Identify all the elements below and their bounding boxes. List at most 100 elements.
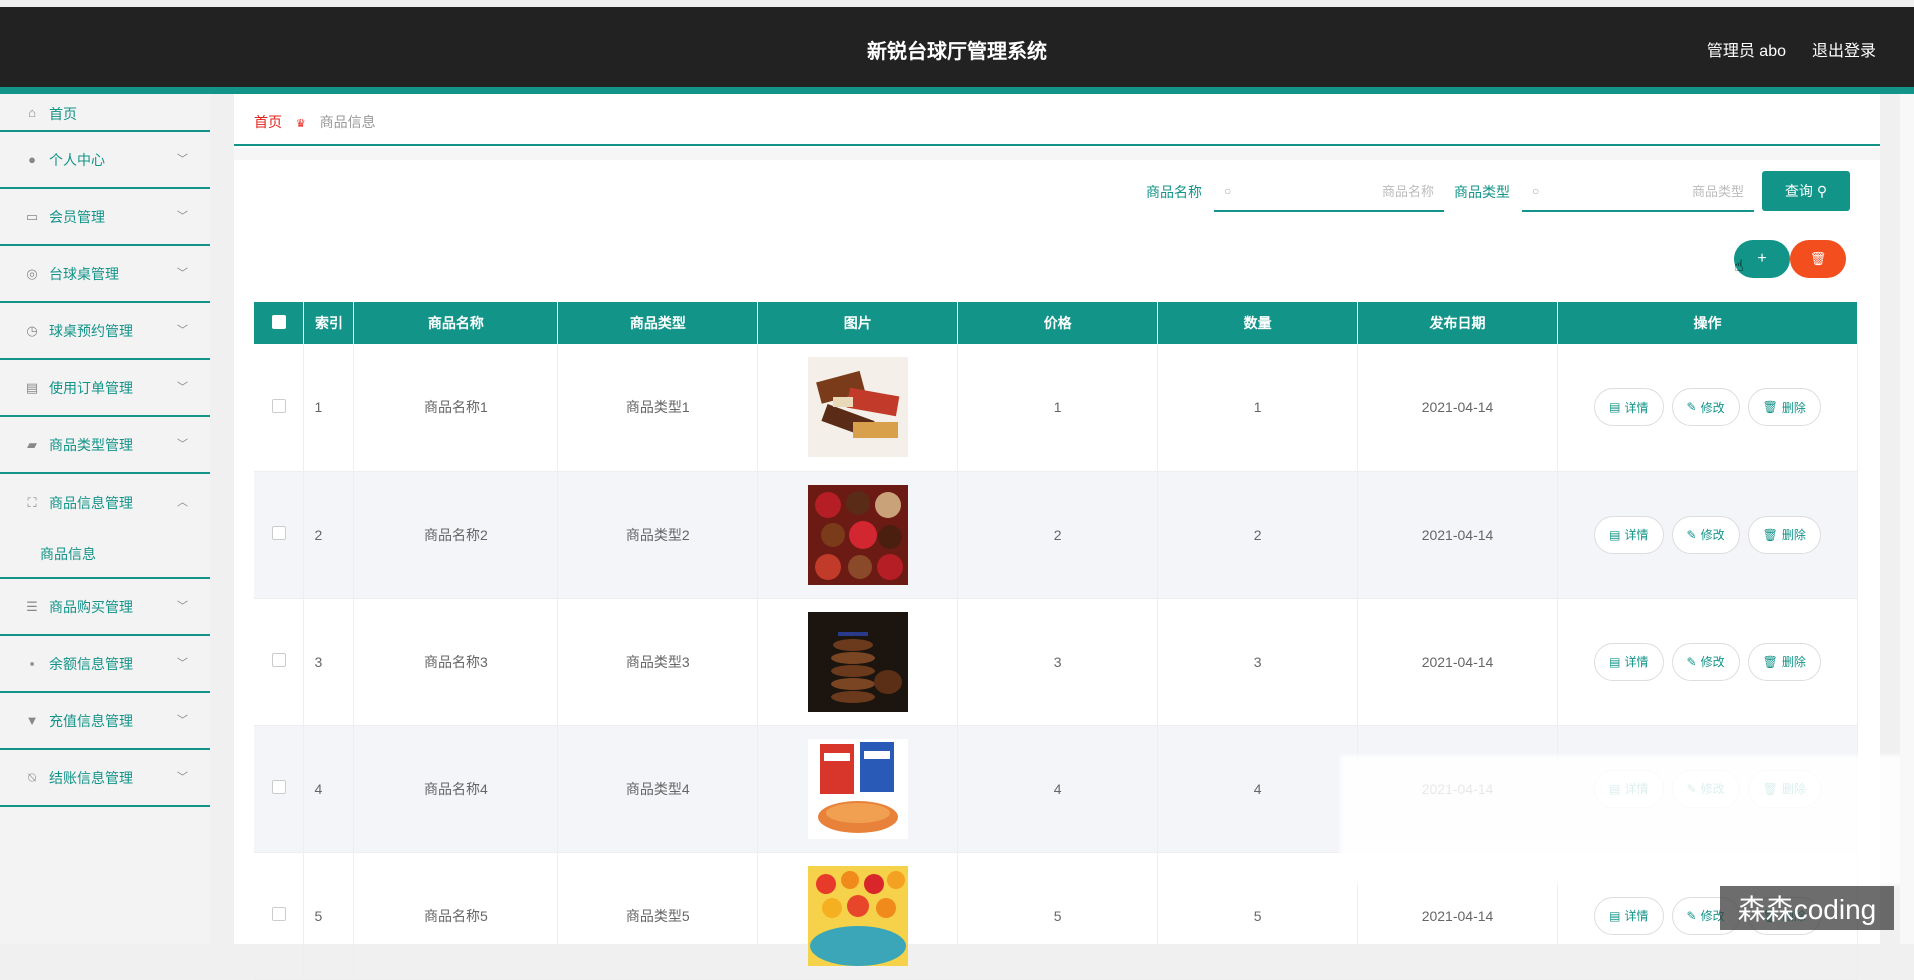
detail-label: 详情	[1624, 909, 1649, 923]
edit-label: 修改	[1700, 400, 1725, 415]
logout-link[interactable]: 退出登录	[1812, 37, 1876, 61]
column-header: 图片	[757, 302, 959, 344]
row-type: 商品类型5	[557, 852, 759, 980]
table-row: 1 商品名称1 商品类型1 1 1 2021-04-14 ▤ 详情 ✎ 修改 🗑…	[254, 344, 1859, 472]
sidebar-item-personal-center[interactable]: ● 个人中心 ﹀	[0, 132, 210, 189]
column-header: 价格	[957, 302, 1159, 344]
column-header: 索引	[303, 302, 355, 344]
sidebar-item-label: 个人中心	[49, 151, 105, 168]
search-type-input[interactable]	[1552, 178, 1744, 204]
plus-icon: +	[1757, 250, 1767, 267]
sidebar-item-label: 结账信息管理	[49, 769, 133, 786]
sidebar-item-label: 首页	[49, 106, 77, 122]
edit-label: 修改	[1700, 655, 1725, 669]
sidebar-item-members[interactable]: ▭ 会员管理 ﹀	[0, 189, 210, 246]
product-image	[807, 357, 908, 458]
breadcrumb-current: 商品信息	[319, 114, 376, 130]
row-checkbox[interactable]	[271, 653, 286, 667]
row-select-cell	[254, 344, 305, 472]
detail-button[interactable]: ▤详情	[1594, 388, 1664, 427]
query-button[interactable]: 查询 ⚲	[1762, 171, 1850, 211]
row-price: 4	[957, 725, 1159, 853]
column-header: 商品名称	[353, 302, 559, 344]
select-all-checkbox[interactable]	[271, 314, 286, 329]
compass-icon: ◎	[26, 265, 38, 281]
chevron-down-icon: ﹀	[177, 713, 188, 726]
chevron-down-icon: ﹀	[177, 599, 188, 612]
row-index: 5	[303, 852, 355, 980]
sidebar-subitem-product-info[interactable]: 商品信息	[0, 531, 210, 579]
sidebar-item-home[interactable]: ⌂ 首页	[0, 94, 210, 132]
row-actions: ▤详情 ✎修改 🗑删除	[1557, 344, 1859, 472]
search-name-field: ○	[1214, 170, 1444, 212]
search-name-input[interactable]	[1244, 178, 1434, 204]
table-row: 3 商品名称3 商品类型3 3 3 2021-04-14 ▤ 详情 ✎ 修改 🗑…	[254, 598, 1859, 726]
table-row: 2 商品名称2 商品类型2 2 2 2021-04-14 ▤ 详情 ✎ 修改 🗑…	[254, 471, 1859, 599]
chevron-down-icon: ﹀	[177, 380, 188, 393]
delete-button[interactable]: 🗑删除	[1747, 515, 1821, 554]
row-date: 2021-04-14	[1357, 344, 1558, 472]
row-checkbox[interactable]	[271, 398, 286, 413]
batch-delete-button[interactable]: 🗑	[1790, 240, 1846, 278]
row-select-cell	[254, 471, 305, 599]
pencil-icon: ✎	[1686, 908, 1697, 923]
row-type: 商品类型3	[557, 598, 759, 726]
row-qty: 2	[1157, 471, 1359, 599]
edit-button[interactable]: ✎修改	[1671, 515, 1740, 554]
edit-button[interactable]: ✎修改	[1671, 388, 1740, 427]
sidebar-item-recharge[interactable]: ▼ 充值信息管理 ﹀	[0, 693, 210, 750]
sidebar-item-reservations[interactable]: ◷ 球桌预约管理 ﹀	[0, 303, 210, 360]
row-checkbox[interactable]	[271, 780, 286, 794]
search-type-field: ○	[1522, 170, 1754, 212]
sidebar-item-balance[interactable]: ▪ 余额信息管理 ﹀	[0, 636, 210, 693]
page-scroll-edge[interactable]	[1900, 94, 1914, 944]
detail-label: 详情	[1624, 655, 1649, 669]
product-image	[807, 484, 908, 585]
row-select-cell	[254, 852, 305, 980]
sidebar-item-orders[interactable]: ▤ 使用订单管理 ﹀	[0, 360, 210, 417]
breadcrumb: 首页 ♛ 商品信息	[234, 94, 1880, 146]
chevron-down-icon: ﹀	[177, 323, 188, 336]
product-image	[807, 865, 908, 966]
sidebar-item-tables[interactable]: ◎ 台球桌管理 ﹀	[0, 246, 210, 303]
detail-button[interactable]: ▤详情	[1594, 896, 1664, 935]
row-select-cell	[254, 725, 305, 853]
select-all-header[interactable]	[254, 302, 305, 344]
detail-button[interactable]: ▤详情	[1594, 515, 1664, 554]
detail-button[interactable]: ▤详情	[1594, 642, 1664, 681]
row-name: 商品名称4	[353, 725, 559, 853]
sidebar-item-product-types[interactable]: ▰ 商品类型管理 ﹀	[0, 417, 210, 474]
product-image	[807, 738, 908, 839]
row-checkbox[interactable]	[271, 907, 286, 921]
top-header: 新锐台球厅管理系统 管理员 abo 退出登录	[0, 7, 1914, 87]
table-header-row: 索引 商品名称 商品类型 图片 价格 数量 发布日期 操作	[254, 302, 1859, 344]
list-icon: ☰	[26, 598, 38, 614]
sidebar-item-product-info[interactable]: ⛶ 商品信息管理 ︿	[0, 474, 210, 531]
product-image	[807, 611, 908, 712]
sidebar-item-purchases[interactable]: ☰ 商品购买管理 ﹀	[0, 579, 210, 636]
doc-icon: ▤	[1609, 527, 1621, 542]
bell-off-icon: ⍉	[28, 769, 36, 785]
chat-icon: ▭	[25, 208, 39, 224]
row-index: 2	[303, 471, 355, 599]
row-type: 商品类型1	[557, 344, 759, 472]
search-icon: ○	[1532, 184, 1540, 198]
sidebar: ⌂ 首页 ● 个人中心 ﹀ ▭ 会员管理 ﹀ ◎ 台球桌管理 ﹀ ◷ 球桌预约管…	[0, 94, 210, 944]
edit-button[interactable]: ✎修改	[1671, 642, 1740, 681]
doc-icon: ▤	[1609, 400, 1621, 415]
breadcrumb-home[interactable]: 首页	[254, 114, 282, 130]
row-actions: ▤详情 ✎修改 🗑删除	[1557, 598, 1859, 726]
user-icon: ●	[28, 152, 36, 167]
header-accent-line	[0, 87, 1914, 94]
bag-icon: ♛	[295, 118, 306, 130]
column-header: 商品类型	[557, 302, 759, 344]
sidebar-item-label: 余额信息管理	[49, 655, 133, 672]
trash-icon: 🗑	[1762, 400, 1778, 415]
delete-label: 删除	[1781, 528, 1806, 542]
delete-button[interactable]: 🗑删除	[1747, 388, 1821, 427]
chevron-down-icon: ﹀	[177, 266, 188, 279]
row-checkbox[interactable]	[271, 526, 286, 540]
sidebar-item-checkout[interactable]: ⍉ 结账信息管理 ﹀	[0, 750, 210, 807]
row-image-cell	[757, 344, 959, 472]
delete-button[interactable]: 🗑删除	[1747, 642, 1821, 681]
